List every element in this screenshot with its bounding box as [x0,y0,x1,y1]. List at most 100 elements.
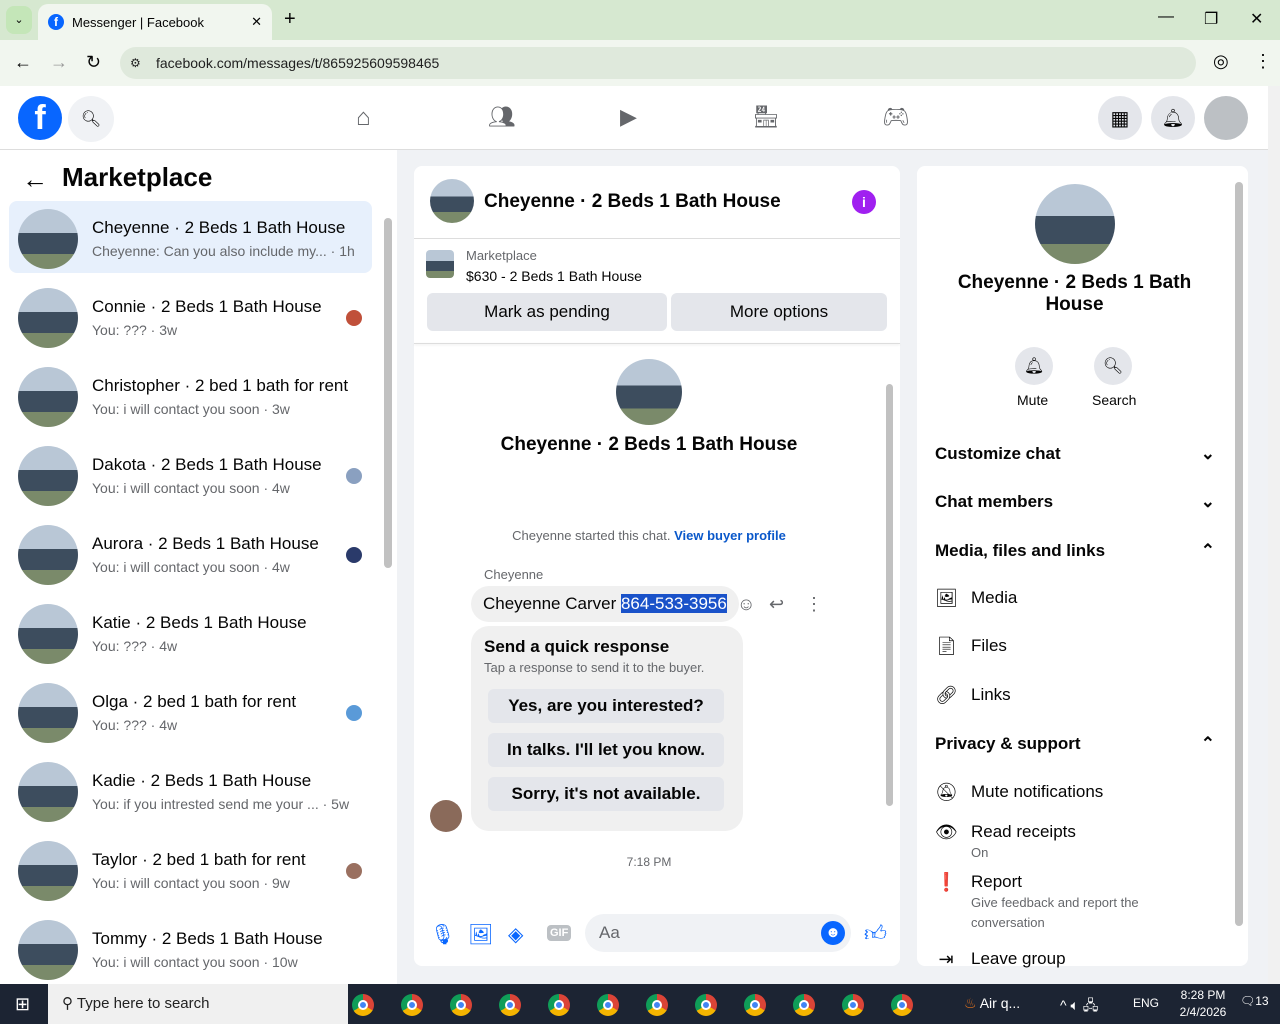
video-icon[interactable]: ▶ [620,104,637,130]
windows-start-icon[interactable]: ⊞ [15,994,30,1015]
conversation-item[interactable]: Katie · 2 Beds 1 Bath House You: ??? · 4… [9,596,372,668]
tray-icons[interactable]: ^ 🔈︎ 🖧 [1060,995,1098,1019]
search-in-chat-button[interactable]: 🔍︎ [1094,347,1132,385]
conversation-item[interactable]: Cheyenne · 2 Beds 1 Bath House Cheyenne:… [9,201,372,273]
back-arrow-icon[interactable]: ← [22,164,48,195]
friends-icon[interactable]: 👥︎ [488,104,516,130]
minimize-button[interactable]: — [1158,8,1174,26]
privacy-support-section[interactable]: Privacy & support ⌃ [935,734,1215,754]
weather-widget[interactable]: ♨ Air q... [964,995,1020,1012]
message-input[interactable]: Aa ☻ [585,914,851,952]
sender-avatar[interactable] [430,800,462,832]
react-emoji-icon[interactable]: ☺ [737,594,755,615]
mute-notifications-item[interactable]: 🔕︎ Mute notifications [935,782,1103,803]
quick-reply-interested[interactable]: Yes, are you interested? [488,689,724,723]
menu-grid-button[interactable]: ▦ [1098,96,1142,140]
sticker-icon[interactable]: ◈ [508,922,523,947]
gif-icon[interactable]: GIF [547,925,572,941]
message-bubble[interactable]: Cheyenne Carver 864-533-3956 [471,586,739,622]
info-avatar[interactable] [1035,184,1115,264]
notification-center-icon[interactable]: 🗨13 [1240,994,1269,1008]
listing-title[interactable]: $630 - 2 Beds 1 Bath House [466,268,642,284]
chrome-taskbar-icon[interactable] [842,994,864,1016]
more-actions-icon[interactable]: ⋮ [805,594,823,615]
gaming-icon[interactable]: 🎮︎ [882,104,910,130]
chrome-taskbar-icon[interactable] [352,994,374,1016]
chrome-taskbar-icon[interactable] [891,994,913,1016]
listing-thumbnail[interactable] [426,250,454,278]
chat-title[interactable]: Cheyenne · 2 Beds 1 Bath House [484,191,781,213]
read-receipts-item[interactable]: 👁︎ Read receipts On [935,822,1076,862]
conversation-avatar [18,604,78,664]
close-window-button[interactable]: ✕ [1250,9,1263,29]
info-scrollbar[interactable] [1235,182,1243,926]
clock[interactable]: 8:28 PM 2/4/2026 [1170,987,1236,1021]
reload-icon[interactable]: ↻ [86,52,101,73]
url-bar[interactable]: ⚙ facebook.com/messages/t/86592560959846… [120,47,1196,79]
emoji-icon[interactable]: ☻ [821,921,845,945]
section-label: Media, files and links [935,541,1106,560]
conversation-item[interactable]: Connie · 2 Beds 1 Bath House You: ??? · … [9,280,372,352]
chat-scrollbar[interactable] [886,384,893,806]
conversation-item[interactable]: Olga · 2 bed 1 bath for rent You: ??? · … [9,675,372,747]
conversation-item[interactable]: Dakota · 2 Beds 1 Bath House You: i will… [9,438,372,510]
marketplace-icon[interactable]: 🏪︎ [752,104,780,130]
leave-group-item[interactable]: ⇥ Leave group [935,949,1065,970]
chrome-taskbar-icon[interactable] [646,994,668,1016]
taskbar-search[interactable]: ⚲ Type here to search [48,984,348,1024]
report-item[interactable]: ❗ Report Give feedback and report the conv… [935,872,1181,932]
close-tab-icon[interactable]: ✕ [251,14,262,30]
microphone-icon[interactable]: 🎙︎ [430,922,455,947]
chrome-taskbar-icon[interactable] [597,994,619,1016]
conversation-item[interactable]: Tommy · 2 Beds 1 Bath House You: i will … [9,912,372,984]
restore-button[interactable]: ❐ [1204,9,1218,29]
customize-chat-section[interactable]: Customize chat ⌄ [935,444,1215,464]
chrome-taskbar-icon[interactable] [744,994,766,1016]
chrome-taskbar-icon[interactable] [695,994,717,1016]
reply-icon[interactable]: ↩ [769,594,784,615]
chrome-taskbar-icon[interactable] [401,994,423,1016]
home-icon[interactable]: ⌂ [356,104,371,132]
chat-header-avatar[interactable] [430,179,474,223]
view-buyer-profile-link[interactable]: View buyer profile [674,528,786,543]
chrome-taskbar-icon[interactable] [450,994,472,1016]
list-scrollbar[interactable] [384,218,392,568]
site-info-icon[interactable]: ⚙ [130,56,141,70]
chrome-taskbar-icon[interactable] [793,994,815,1016]
menu-icon[interactable]: ⋮ [1254,51,1272,72]
page-scrollbar[interactable] [1268,86,1280,984]
chrome-taskbar-icon[interactable] [548,994,570,1016]
browser-tab[interactable]: f Messenger | Facebook ✕ [38,4,272,40]
conversation-name: Taylor · 2 bed 1 bath for rent [92,850,306,869]
quick-reply-in-talks[interactable]: In talks. I'll let you know. [488,733,724,767]
mark-as-pending-button[interactable]: Mark as pending [427,293,667,331]
more-options-button[interactable]: More options [671,293,887,331]
conversation-item[interactable]: Christopher · 2 bed 1 bath for rent You:… [9,359,372,431]
conversation-item[interactable]: Kadie · 2 Beds 1 Bath House You: if you … [9,754,372,826]
forward-icon[interactable]: → [50,52,68,73]
profile-icon[interactable]: ◎ [1213,51,1229,72]
conversation-item[interactable]: Taylor · 2 bed 1 bath for rent You: i wi… [9,833,372,905]
media-item[interactable]: 🖼︎ Media [935,588,1017,609]
back-icon[interactable]: ← [14,52,32,73]
files-item[interactable]: 📄︎ Files [935,636,1007,657]
facebook-header: f 🔍︎ ⌂ 👥︎ ▶ 🏪︎ 🎮︎ ▦ 🔔︎ [0,86,1268,150]
conversation-item[interactable]: Aurora · 2 Beds 1 Bath House You: i will… [9,517,372,589]
chat-members-section[interactable]: Chat members ⌄ [935,492,1215,512]
language-indicator[interactable]: ENG [1133,996,1159,1010]
like-thumb-icon[interactable]: 👍︎ [864,920,887,947]
notifications-button[interactable]: 🔔︎ [1151,96,1195,140]
new-tab-button[interactable]: + [284,8,296,31]
quick-reply-not-available[interactable]: Sorry, it's not available. [488,777,724,811]
links-item[interactable]: 🔗︎ Links [935,685,1011,706]
mute-button[interactable]: 🔔︎ [1015,347,1053,385]
chrome-taskbar-icon[interactable] [499,994,521,1016]
photo-icon[interactable]: 🖼︎ [468,922,493,947]
info-icon[interactable]: i [852,190,876,214]
media-files-links-section[interactable]: Media, files and links ⌃ [935,541,1215,561]
search-button[interactable]: 🔍︎ [68,96,114,142]
facebook-logo[interactable]: f [18,96,62,140]
phone-number-selected[interactable]: 864-533-3956 [620,594,727,613]
account-avatar[interactable] [1204,96,1248,140]
tab-search-button[interactable]: ⌄ [6,6,32,34]
